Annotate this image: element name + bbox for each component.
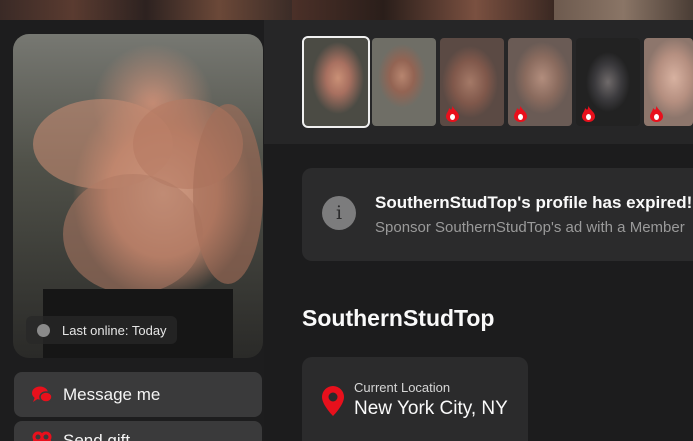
flame-icon — [446, 106, 459, 122]
flame-icon — [582, 106, 595, 122]
photo-thumbnail-4[interactable] — [508, 38, 572, 126]
send-gift-button[interactable]: Send gift — [14, 421, 262, 441]
profile-username: SouthernStudTop — [302, 305, 495, 331]
photo-thumbnail-6[interactable] — [644, 38, 693, 126]
location-card: Current Location New York City, NY — [302, 357, 528, 441]
location-pin-icon — [322, 386, 344, 416]
flame-icon — [514, 106, 527, 122]
location-label: Current Location — [354, 380, 451, 395]
status-dot-icon — [37, 323, 50, 337]
top-photo-strip — [0, 0, 693, 20]
photo-thumbnail-3[interactable] — [440, 38, 504, 126]
profile-main-photo[interactable] — [13, 34, 263, 358]
message-me-button[interactable]: Message me — [14, 372, 262, 417]
notice-subtitle[interactable]: Sponsor SouthernStudTop's ad with a Memb… — [375, 219, 685, 236]
last-online-badge: Last online: Today — [26, 316, 177, 344]
cover-photo-3 — [554, 0, 693, 20]
last-online-text: Last online: Today — [62, 322, 167, 338]
chat-bubbles-icon — [31, 384, 53, 406]
photo-thumbnail-2[interactable] — [372, 38, 436, 126]
flame-icon — [650, 106, 663, 122]
cover-photo-1 — [0, 0, 292, 20]
photo-thumbnail-5[interactable] — [576, 38, 640, 126]
cover-photo-2 — [292, 0, 554, 20]
notice-title: SouthernStudTop's profile has expired! — [375, 193, 693, 212]
profile-photo-shading — [33, 99, 263, 358]
send-gift-label: Send gift — [63, 431, 131, 441]
gift-icon — [31, 430, 53, 441]
message-me-label: Message me — [63, 384, 161, 404]
profile-expired-notice: i SouthernStudTop's profile has expired!… — [302, 168, 693, 261]
photo-thumbnail-1[interactable] — [302, 36, 370, 128]
info-icon: i — [322, 196, 356, 230]
location-value: New York City, NY — [354, 398, 508, 419]
